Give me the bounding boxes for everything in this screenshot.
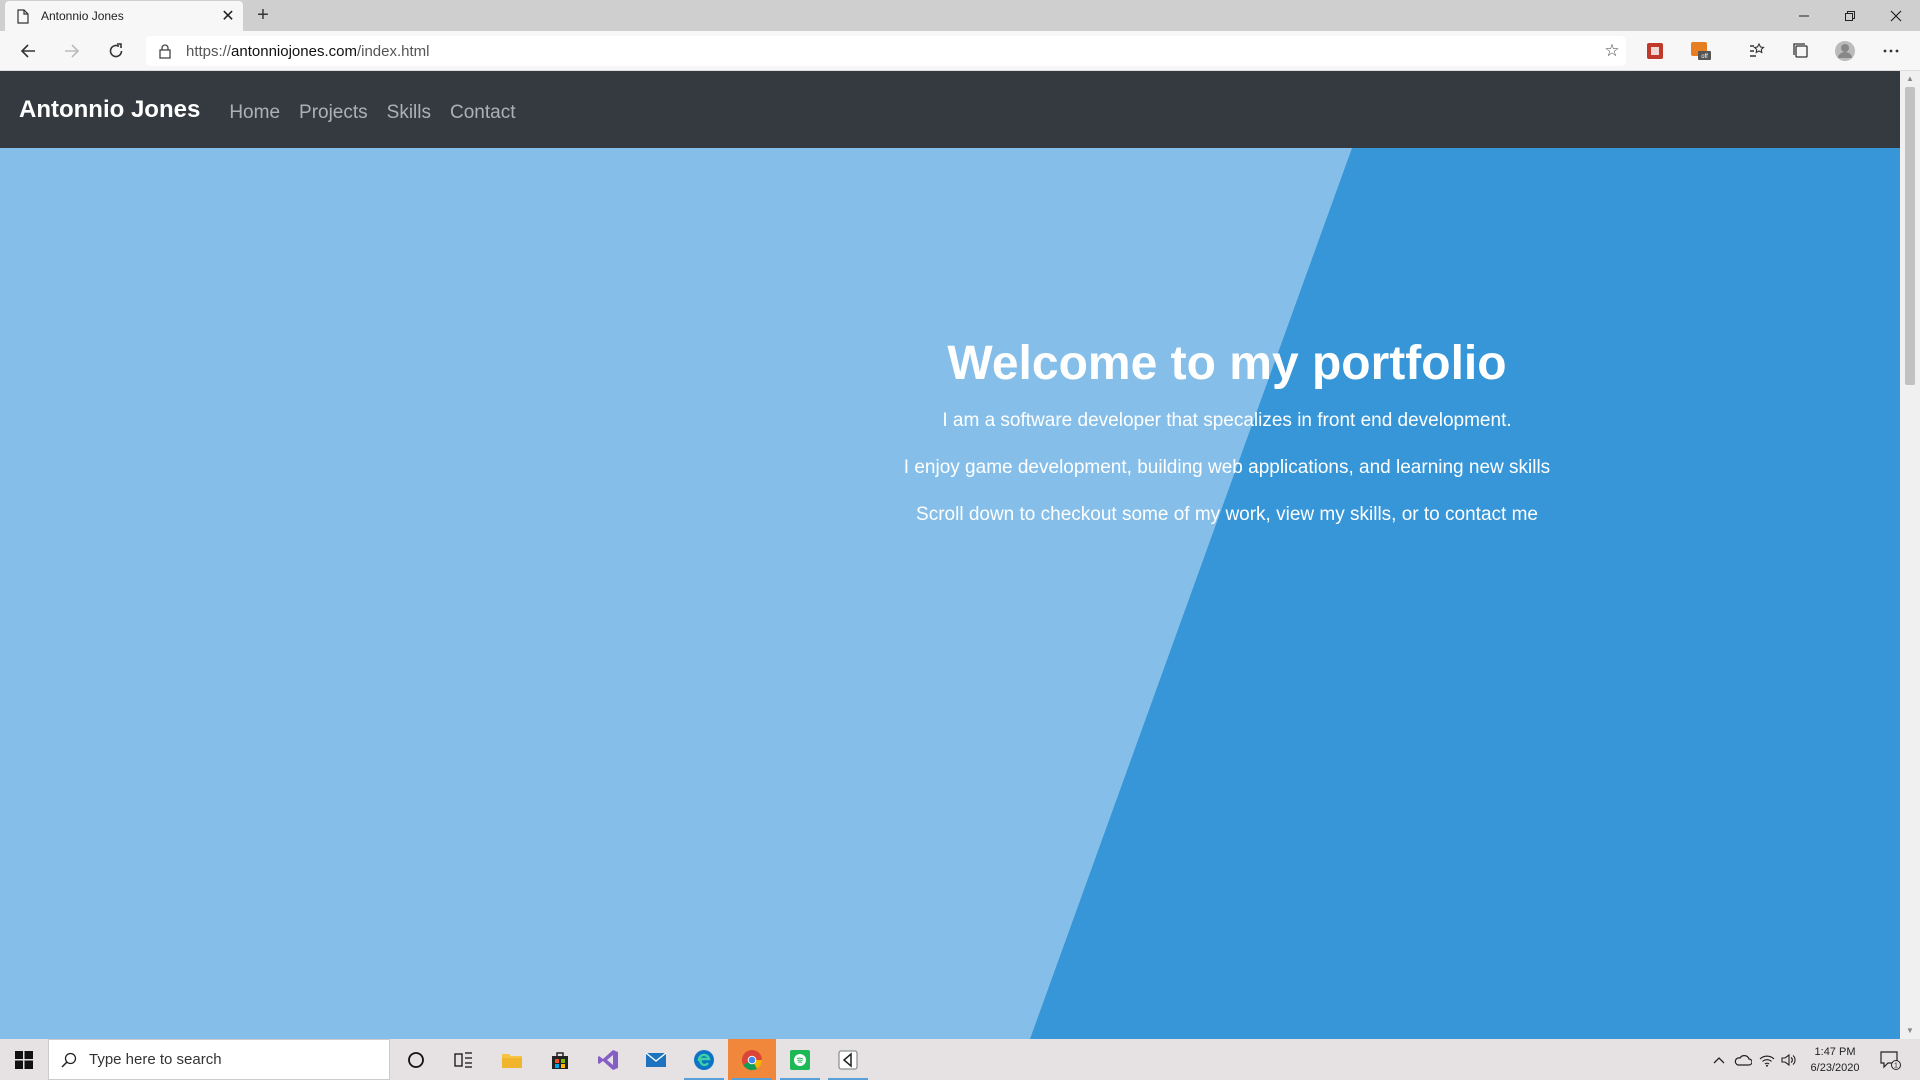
taskbar-search-box[interactable]: Type here to search xyxy=(48,1039,390,1080)
nav-skills-link[interactable]: Skills xyxy=(387,102,431,124)
favorite-star-icon[interactable]: ☆ xyxy=(1598,41,1626,61)
mail-icon xyxy=(645,1051,667,1067)
refresh-icon xyxy=(109,43,123,58)
page-icon xyxy=(17,8,29,24)
clock-time: 1:47 PM xyxy=(1814,1046,1856,1058)
tab-close-icon[interactable]: ✕ xyxy=(213,6,243,26)
back-arrow-icon xyxy=(20,44,35,58)
vscode-icon xyxy=(838,1050,858,1069)
address-bar[interactable]: https://antonniojones.com/index.html ☆ xyxy=(146,36,1626,66)
url-prefix: https:// xyxy=(186,42,232,60)
profile-avatar-icon[interactable] xyxy=(1834,40,1856,62)
lock-icon xyxy=(159,44,171,59)
site-navbar: Antonnio Jones Home Projects Skills Cont… xyxy=(0,71,1900,148)
more-menu-icon[interactable] xyxy=(1880,40,1902,62)
edge-button[interactable] xyxy=(680,1039,728,1080)
browser-toolbar: https://antonniojones.com/index.html ☆ o… xyxy=(0,31,1920,71)
search-placeholder: Type here to search xyxy=(89,1051,222,1068)
hero-line-3: Scroll down to checkout some of my work,… xyxy=(916,504,1538,525)
taskbar: Type here to search xyxy=(0,1039,1920,1080)
restore-button[interactable] xyxy=(1828,0,1872,31)
browser-tab[interactable]: Antonnio Jones ✕ xyxy=(5,1,243,31)
store-button[interactable] xyxy=(536,1039,584,1080)
volume-icon[interactable] xyxy=(1778,1039,1800,1080)
back-button[interactable] xyxy=(12,37,44,65)
visual-studio-button[interactable] xyxy=(584,1039,632,1080)
extension-off-icon[interactable]: off xyxy=(1690,40,1712,62)
show-hidden-icons-chevron-icon[interactable] xyxy=(1710,1039,1728,1080)
taskbar-clock[interactable]: 1:47 PM 6/23/2020 xyxy=(1800,1044,1870,1076)
nav-projects-link[interactable]: Projects xyxy=(299,102,368,124)
nav-contact-link[interactable]: Contact xyxy=(450,102,515,124)
new-tab-button[interactable]: + xyxy=(250,4,276,28)
extension-red-icon[interactable] xyxy=(1644,40,1666,62)
edge-icon xyxy=(694,1049,714,1070)
forward-button[interactable] xyxy=(56,37,88,65)
task-view-button[interactable] xyxy=(440,1039,488,1080)
onedrive-icon[interactable] xyxy=(1732,1039,1754,1080)
hero-title: Welcome to my portfolio xyxy=(947,337,1507,390)
nav-links: Home Projects Skills Contact xyxy=(218,102,523,124)
scroll-down-arrow[interactable]: ▼ xyxy=(1900,1023,1920,1039)
tab-strip: Antonnio Jones ✕ + xyxy=(0,0,1920,31)
windows-logo-icon xyxy=(15,1050,33,1069)
nav-home-link[interactable]: Home xyxy=(229,102,280,124)
start-button[interactable] xyxy=(0,1039,48,1080)
folder-icon xyxy=(502,1053,522,1068)
task-view-icon xyxy=(454,1051,472,1068)
page-scrollbar[interactable]: ▲ ▼ xyxy=(1900,71,1920,1039)
vscode-button[interactable] xyxy=(824,1039,872,1080)
tab-title: Antonnio Jones xyxy=(41,9,124,23)
hero-line-1: I am a software developer that specalize… xyxy=(942,410,1512,431)
scrollbar-thumb[interactable] xyxy=(1905,87,1915,385)
url-path: /index.html xyxy=(356,42,430,60)
collections-icon[interactable] xyxy=(1790,40,1812,62)
hero-section: Welcome to my portfolio I am a software … xyxy=(0,148,1900,1039)
url-host: antonniojones.com xyxy=(231,42,357,60)
notification-count: 1 xyxy=(1894,1062,1898,1069)
scroll-up-arrow[interactable]: ▲ xyxy=(1900,71,1920,87)
site-brand[interactable]: Antonnio Jones xyxy=(19,96,200,124)
cortana-button[interactable] xyxy=(392,1039,440,1080)
spotify-button[interactable] xyxy=(776,1039,824,1080)
spotify-icon xyxy=(790,1049,810,1070)
action-center-button[interactable]: 1 xyxy=(1874,1039,1906,1080)
hero-line-2: I enjoy game development, building web a… xyxy=(903,457,1551,478)
minimize-button[interactable] xyxy=(1782,0,1826,31)
minimize-icon xyxy=(1799,15,1809,16)
file-explorer-button[interactable] xyxy=(488,1039,536,1080)
cortana-circle-icon xyxy=(408,1051,424,1068)
store-bag-icon xyxy=(552,1051,568,1069)
forward-arrow-icon xyxy=(65,44,80,58)
url-text[interactable]: https://antonniojones.com/index.html xyxy=(186,43,1598,60)
restore-icon xyxy=(1845,10,1855,21)
close-icon xyxy=(1890,10,1902,21)
close-window-button[interactable] xyxy=(1874,0,1918,31)
mail-button[interactable] xyxy=(632,1039,680,1080)
visual-studio-icon xyxy=(598,1049,618,1070)
chrome-button[interactable] xyxy=(728,1039,776,1080)
wifi-icon[interactable] xyxy=(1756,1039,1778,1080)
search-icon xyxy=(61,1052,77,1068)
notification-icon: 1 xyxy=(1880,1050,1901,1070)
hero-diagonal-background xyxy=(1030,148,1900,1039)
web-page: Antonnio Jones Home Projects Skills Cont… xyxy=(0,71,1900,1039)
favorites-icon[interactable] xyxy=(1745,40,1767,62)
refresh-button[interactable] xyxy=(100,37,132,65)
svg-text:off: off xyxy=(1701,54,1708,60)
chrome-icon xyxy=(742,1049,763,1070)
clock-date: 6/23/2020 xyxy=(1810,1062,1860,1074)
